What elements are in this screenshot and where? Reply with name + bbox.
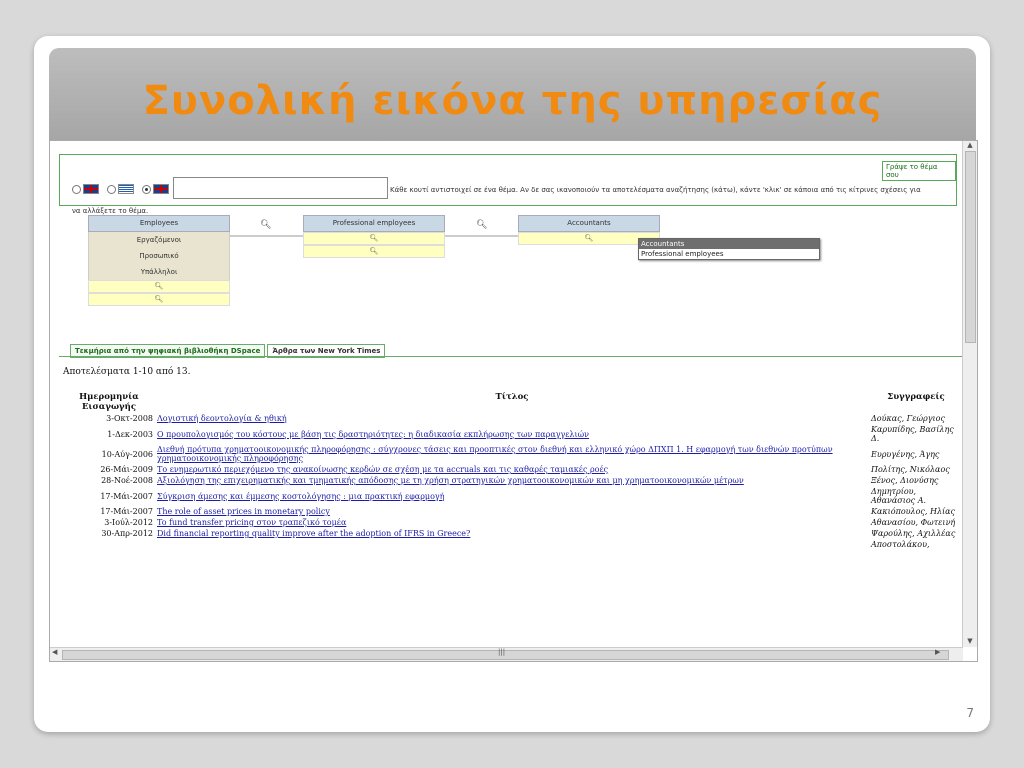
concept-header[interactable]: Accountants: [518, 215, 660, 232]
result-authors: Καρυπίδης, Βασίλης Δ.: [871, 425, 954, 443]
result-date: 3-Ιούλ-2012: [104, 518, 153, 527]
table-row: Αποστολάκου,: [63, 539, 963, 550]
scroll-right-arrow-icon[interactable]: ▶: [935, 648, 945, 656]
result-date: 28-Νοέ-2008: [101, 476, 153, 485]
relation-slot-magnifier[interactable]: 🔍︎: [88, 293, 230, 306]
tab-divider: [59, 356, 964, 357]
concept-header[interactable]: Employees: [88, 215, 230, 232]
greek-flag-icon: [118, 184, 135, 194]
result-authors: Ευρυγένης, Άγης: [871, 449, 940, 459]
slide-title: Συνολική εικόνα της υπηρεσίας: [142, 78, 883, 124]
result-title-link[interactable]: To fund transfer pricing στον τραπεζικό …: [157, 518, 346, 527]
results-table: Ημερομηνία Εισαγωγής Τίτλος Συγγραφείς 3…: [63, 391, 963, 550]
scroll-up-arrow-icon[interactable]: ▲: [963, 141, 977, 151]
result-title-link[interactable]: Λογιστική δεοντολογία & ηθική: [157, 414, 287, 423]
uk-flag-icon: [153, 184, 170, 194]
radio-greek[interactable]: [107, 184, 117, 194]
table-row: 3-Ιούλ-2012 To fund transfer pricing στον…: [63, 517, 963, 528]
result-title-link[interactable]: Ο προυπολογισμός του κόστους με βάση τις…: [157, 430, 589, 439]
concept-header[interactable]: Professional employees: [303, 215, 445, 232]
tooltip-item[interactable]: Professional employees: [639, 249, 819, 259]
result-title-link[interactable]: Το ενημερωτικό περιεχόμενο της ανακοίνωσ…: [157, 465, 608, 474]
table-row: 28-Νοέ-2008 Αξιολόγηση της επιχειρηματική…: [63, 475, 963, 486]
result-authors: Κακιόπουλος, Ηλίας: [871, 507, 956, 516]
result-authors: Ψαρούλης, Αχιλλέας: [871, 529, 956, 538]
result-authors: Αθανασίου, Φωτεινή: [871, 518, 956, 527]
result-date: 26-Μάι-2009: [100, 465, 153, 474]
result-date: [63, 539, 155, 550]
radio-english[interactable]: [72, 184, 81, 194]
column-header-authors: Συγγραφείς: [887, 392, 945, 402]
concept-term[interactable]: Προσωπικό: [88, 248, 230, 264]
concept-box-professional[interactable]: Professional employees 🔍︎ 🔍︎: [303, 215, 445, 258]
result-date: 30-Απρ-2012: [101, 529, 153, 538]
write-topic-link[interactable]: Γράψε το θέμα σου: [882, 161, 956, 181]
results-count: Αποτελέσματα 1-10 από 13.: [63, 367, 191, 377]
column-header-title: Τίτλος: [495, 392, 529, 402]
concept-term[interactable]: Υπάλληλοι: [88, 264, 230, 280]
scroll-down-arrow-icon[interactable]: ▼: [963, 637, 977, 647]
search-panel: Γράψε το θέμα σου Κάθε κουτί αντιστοιχεί…: [59, 154, 957, 215]
result-authors: Δημητρίου, Αθανάσιος Α.: [871, 487, 927, 505]
result-authors: Αποστολάκου,: [871, 540, 930, 549]
page-number: 7: [966, 706, 974, 720]
scrollbar-grip-icon: |||: [498, 648, 506, 656]
radio-both[interactable]: [142, 184, 152, 194]
result-date: 10-Αύγ-2006: [101, 449, 153, 459]
result-date: 3-Οκτ-2008: [106, 414, 153, 423]
table-row: 17-Μάι-2007 The role of asset prices in m…: [63, 506, 963, 517]
column-header-date: Ημερομηνία Εισαγωγής: [79, 392, 139, 412]
concept-term[interactable]: Εργαζόμενοι: [88, 232, 230, 248]
instruction-text: Κάθε κουτί αντιστοιχεί σε ένα θέμα. Αν δ…: [390, 186, 921, 194]
relation-slot-magnifier[interactable]: 🔍︎: [88, 280, 230, 293]
result-authors: Δούκας, Γεώργιος: [871, 414, 945, 423]
result-authors: Πολίτης, Νικόλαος: [871, 465, 950, 474]
magnifier-icon[interactable]: 🔍︎: [476, 220, 487, 230]
instruction-text-cont: να αλλάξετε το θέμα.: [72, 207, 149, 215]
result-authors: Ξένος, Διονύσης: [871, 476, 939, 485]
table-row: 10-Αύγ-2006 Διεθνή πρότυπα χρηματοοικονομ…: [63, 444, 963, 464]
result-date: 1-Δεκ-2003: [107, 429, 153, 439]
concept-tooltip: Accountants Professional employees: [638, 238, 820, 260]
magnifier-icon[interactable]: 🔍︎: [260, 220, 271, 230]
result-date: 17-Μάι-2007: [100, 491, 153, 501]
scroll-left-arrow-icon[interactable]: ◀: [52, 648, 62, 656]
horizontal-scrollbar[interactable]: ◀ ||| ▶: [50, 647, 963, 661]
result-date: 17-Μάι-2007: [100, 507, 153, 516]
table-row: 30-Απρ-2012 Did financial reporting quali…: [63, 528, 963, 539]
scrollbar-thumb[interactable]: [62, 650, 949, 660]
result-title-link[interactable]: Σύγκριση άμεσης και έμμεσης κοστολόγησης…: [157, 492, 445, 501]
scrollbar-thumb[interactable]: [965, 151, 976, 343]
language-selector: [72, 184, 175, 194]
relation-slot-magnifier[interactable]: 🔍︎: [303, 232, 445, 245]
vertical-scrollbar[interactable]: ▲ ▼: [962, 141, 977, 647]
tooltip-title: Accountants: [639, 239, 819, 249]
result-title-link[interactable]: Διεθνή πρότυπα χρηματοοικονομικής πληροφ…: [157, 445, 833, 463]
table-row: 26-Μάι-2009 Το ενημερωτικό περιεχόμενο τη…: [63, 464, 963, 475]
concept-box-employees[interactable]: Employees Εργαζόμενοι Προσωπικό Υπάλληλο…: [88, 215, 230, 306]
table-row: 3-Οκτ-2008 Λογιστική δεοντολογία & ηθική Δ…: [63, 413, 963, 424]
search-input[interactable]: [173, 177, 388, 199]
table-row: 1-Δεκ-2003 Ο προυπολογισμός του κόστους μ…: [63, 424, 963, 444]
result-title-link[interactable]: Did financial reporting quality improve …: [157, 529, 470, 538]
result-title-link[interactable]: The role of asset prices in monetary pol…: [157, 507, 330, 516]
relation-slot-magnifier[interactable]: 🔍︎: [303, 245, 445, 258]
table-row: 17-Μάι-2007 Σύγκριση άμεσης και έμμεσης κ…: [63, 486, 963, 506]
result-title-link[interactable]: Αξιολόγηση της επιχειρηματικής και τμημα…: [157, 476, 744, 485]
uk-flag-icon: [83, 184, 99, 194]
embedded-browser-screenshot: Γράψε το θέμα σου Κάθε κουτί αντιστοιχεί…: [49, 140, 978, 662]
